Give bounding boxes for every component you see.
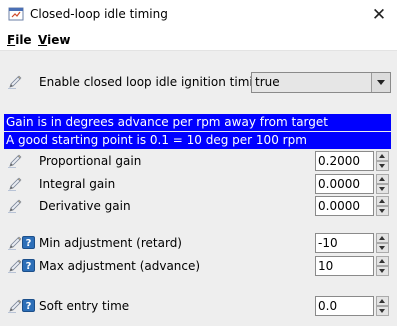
max-adjustment-label: Max adjustment (advance)	[39, 259, 201, 273]
min-adjustment-spinner	[376, 233, 389, 253]
menu-view[interactable]: View	[38, 33, 70, 47]
soft-entry-spinner	[376, 296, 389, 316]
enable-dropdown-value: true	[255, 75, 280, 89]
soft-entry-row: ? Soft entry time 0.0	[0, 296, 397, 318]
enable-label: Enable closed loop idle ignition timing	[39, 75, 268, 89]
pencil-icon[interactable]	[7, 258, 23, 274]
window-title: Closed-loop idle timing	[30, 7, 168, 21]
spin-down-icon[interactable]	[376, 161, 389, 171]
help-icon[interactable]: ?	[22, 299, 35, 312]
chevron-down-icon[interactable]	[371, 73, 390, 92]
info-banner-gain: Gain is in degrees advance per rpm away …	[4, 114, 391, 131]
spin-down-icon[interactable]	[376, 266, 389, 276]
title-bar: Closed-loop idle timing ✕	[0, 0, 397, 30]
max-adjustment-spinner	[376, 256, 389, 276]
spin-up-icon[interactable]	[376, 233, 389, 243]
help-icon[interactable]: ?	[22, 236, 35, 249]
settings-panel: Enable closed loop idle ignition timing …	[0, 51, 397, 326]
spin-down-icon[interactable]	[376, 184, 389, 194]
derivative-gain-label: Derivative gain	[39, 199, 131, 213]
close-icon: ✕	[371, 5, 387, 25]
info-banner-starting-point: A good starting point is 0.1 = 10 deg pe…	[4, 132, 391, 149]
pencil-icon[interactable]	[7, 74, 23, 90]
integral-gain-input[interactable]: 0.0000	[315, 174, 374, 194]
menu-file[interactable]: File	[7, 33, 32, 47]
spin-down-icon[interactable]	[376, 206, 389, 216]
app-window-icon	[8, 7, 24, 21]
pencil-icon[interactable]	[7, 153, 23, 169]
close-button[interactable]: ✕	[361, 0, 397, 30]
derivative-gain-row: Derivative gain 0.0000	[0, 196, 397, 218]
derivative-gain-spinner	[376, 196, 389, 216]
menu-bar: File View	[0, 30, 397, 51]
enable-row: Enable closed loop idle ignition timing …	[0, 72, 397, 94]
spin-up-icon[interactable]	[376, 151, 389, 161]
pencil-icon[interactable]	[7, 198, 23, 214]
soft-entry-label: Soft entry time	[39, 299, 130, 313]
max-adjustment-row: ? Max adjustment (advance) 10	[0, 256, 397, 278]
min-adjustment-input[interactable]: -10	[315, 233, 374, 253]
pencil-icon[interactable]	[7, 235, 23, 251]
spin-up-icon[interactable]	[376, 296, 389, 306]
min-adjustment-row: ? Min adjustment (retard) -10	[0, 233, 397, 255]
pencil-icon[interactable]	[7, 298, 23, 314]
proportional-gain-spinner	[376, 151, 389, 171]
enable-dropdown[interactable]: true	[251, 72, 391, 93]
proportional-gain-label: Proportional gain	[39, 154, 142, 168]
pencil-icon[interactable]	[7, 176, 23, 192]
spin-down-icon[interactable]	[376, 243, 389, 253]
spin-up-icon[interactable]	[376, 174, 389, 184]
proportional-gain-input[interactable]: 0.2000	[315, 151, 374, 171]
max-adjustment-input[interactable]: 10	[315, 256, 374, 276]
integral-gain-row: Integral gain 0.0000	[0, 174, 397, 196]
spin-up-icon[interactable]	[376, 196, 389, 206]
spin-down-icon[interactable]	[376, 306, 389, 316]
proportional-gain-row: Proportional gain 0.2000	[0, 151, 397, 173]
integral-gain-spinner	[376, 174, 389, 194]
integral-gain-label: Integral gain	[39, 177, 116, 191]
derivative-gain-input[interactable]: 0.0000	[315, 196, 374, 216]
help-icon[interactable]: ?	[22, 259, 35, 272]
soft-entry-input[interactable]: 0.0	[315, 296, 374, 316]
min-adjustment-label: Min adjustment (retard)	[39, 236, 182, 250]
spin-up-icon[interactable]	[376, 256, 389, 266]
